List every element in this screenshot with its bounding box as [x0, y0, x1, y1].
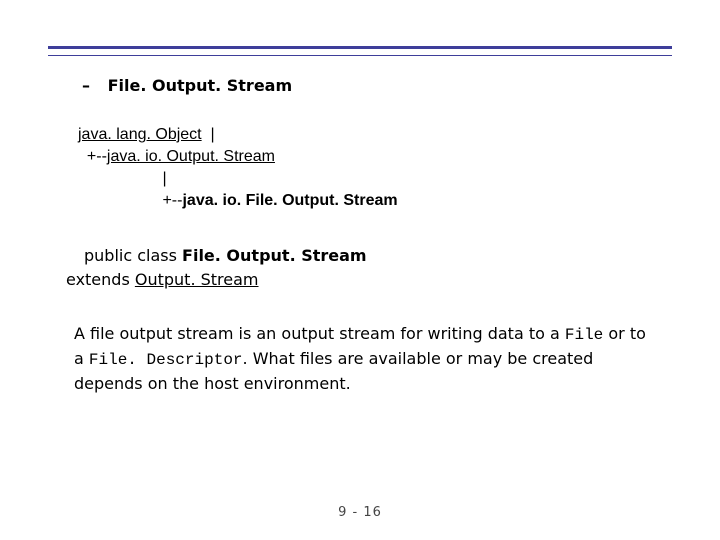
- desc-code-filedescriptor: File. Descriptor: [89, 351, 243, 369]
- decl-superclass-link[interactable]: Output. Stream: [135, 270, 259, 289]
- section-heading: – File. Output. Stream: [82, 76, 292, 95]
- hierarchy-leaf: java. io. File. Output. Stream: [182, 192, 397, 209]
- heading-dash: –: [82, 76, 90, 95]
- class-hierarchy: java. lang. Object | +-- java. io. Output…: [78, 124, 398, 212]
- hierarchy-branch2-prefix: | +--: [78, 170, 182, 209]
- hierarchy-outputstream-link[interactable]: java. io. Output. Stream: [107, 148, 275, 165]
- decl-classname: File. Output. Stream: [182, 246, 367, 265]
- divider-thick: [48, 46, 672, 49]
- decl-extends: extends: [66, 270, 135, 289]
- class-description: A file output stream is an output stream…: [74, 322, 646, 396]
- desc-code-file: File: [565, 326, 603, 344]
- class-declaration: public class File. Output. Stream extend…: [66, 244, 367, 292]
- heading-title: File. Output. Stream: [108, 76, 293, 95]
- desc-text-1: A file output stream is an output stream…: [74, 324, 565, 343]
- page-number: 9 - 16: [0, 505, 720, 520]
- divider-thin: [48, 55, 672, 56]
- hierarchy-root-link[interactable]: java. lang. Object: [78, 126, 202, 143]
- decl-public-class: public class: [84, 246, 182, 265]
